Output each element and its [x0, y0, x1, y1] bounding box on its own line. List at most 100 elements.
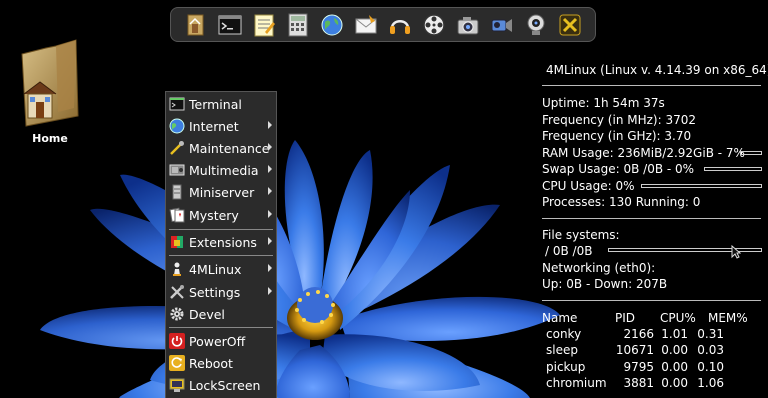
web-browser-icon — [321, 14, 343, 35]
submenu-arrow-icon — [268, 237, 272, 245]
film-reel-icon — [423, 13, 445, 36]
submenu-arrow-icon — [268, 165, 272, 173]
extensions-icon — [169, 234, 185, 250]
dock-close[interactable] — [555, 11, 585, 39]
submenu-arrow-icon — [268, 187, 272, 195]
dock-screenshot[interactable] — [453, 11, 483, 39]
menu-item-mystery[interactable]: Mystery — [166, 205, 276, 225]
conky-networking-values: Up: 0B - Down: 207B — [542, 277, 668, 291]
home-folder-icon — [187, 14, 204, 35]
menu-item-4mlinux[interactable]: 4MLinux — [166, 259, 276, 279]
submenu-arrow-icon — [268, 121, 272, 129]
menu-item-maintenance[interactable]: Maintenance — [166, 138, 276, 158]
menu-item-label: Mystery — [189, 207, 239, 223]
conky-ram-usage: RAM Usage: 236MiB/2.92GiB - 7% — [542, 146, 745, 160]
home-folder-icon — [21, 39, 79, 127]
menu-item-multimedia[interactable]: Multimedia — [166, 160, 276, 180]
chess-icon — [169, 261, 185, 277]
proc-pid: 2166 — [623, 327, 654, 341]
menu-item-label: Terminal — [189, 96, 242, 112]
server-icon — [169, 184, 185, 200]
proc-cpu: 0.00 — [661, 376, 688, 390]
proc-name: sleep — [546, 343, 578, 357]
proc-cpu: 1.01 — [661, 327, 688, 341]
headphones-icon — [390, 19, 410, 34]
dock-email[interactable] — [351, 11, 381, 39]
submenu-arrow-icon — [268, 264, 272, 272]
submenu-arrow-icon — [268, 287, 272, 295]
globe-icon — [169, 118, 185, 134]
reboot-icon — [169, 355, 185, 371]
dock-home-folder[interactable] — [181, 11, 211, 39]
menu-separator — [169, 327, 273, 328]
proc-cpu: 0.00 — [661, 343, 688, 357]
proc-cpu: 0.00 — [661, 360, 688, 374]
menu-item-internet[interactable]: Internet — [166, 116, 276, 136]
cards-icon — [169, 207, 185, 223]
conky-separator — [542, 85, 761, 86]
menu-item-label: Maintenance — [189, 140, 270, 156]
proc-name: pickup — [546, 360, 586, 374]
dock-video-recorder[interactable] — [487, 11, 517, 39]
dock-video-player[interactable] — [419, 11, 449, 39]
menu-item-settings[interactable]: Settings — [166, 282, 276, 302]
menu-item-label: Settings — [189, 284, 241, 300]
dock-webcam[interactable] — [521, 11, 551, 39]
process-row: conky 2166 1.01 0.31 — [542, 326, 764, 342]
dock-web-browser[interactable] — [317, 11, 347, 39]
multimedia-icon — [169, 162, 185, 178]
menu-separator — [169, 229, 273, 230]
process-row: chromium 3881 0.00 1.06 — [542, 375, 764, 391]
submenu-arrow-icon — [268, 210, 272, 218]
desktop-home-shortcut[interactable]: Home — [14, 36, 86, 145]
menu-item-reboot[interactable]: Reboot — [166, 353, 276, 373]
terminal-icon — [169, 96, 185, 112]
wrench-icon — [169, 140, 185, 156]
webcam-icon — [527, 14, 545, 35]
desktop[interactable]: Home Terminal Internet Maintenance Multi… — [0, 0, 768, 398]
close-x-icon — [559, 14, 581, 35]
conky-swap-usage: Swap Usage: 0B /0B - 0% — [542, 162, 695, 176]
proc-pid: 10671 — [615, 343, 654, 357]
proc-header-mem: MEM% — [708, 311, 748, 325]
dock-terminal[interactable] — [215, 11, 245, 39]
gear-icon — [169, 306, 185, 322]
camera-icon — [457, 16, 479, 34]
dock-calculator[interactable] — [283, 11, 313, 39]
conky-cpu-usage: CPU Usage: 0% — [542, 179, 635, 193]
menu-item-label: Devel — [189, 306, 225, 322]
proc-mem: 1.06 — [697, 376, 724, 390]
mouse-pointer-icon — [731, 245, 741, 259]
menu-item-extensions[interactable]: Extensions — [166, 232, 276, 252]
conky-filesystems-title: File systems: — [542, 228, 620, 242]
proc-header-pid: PID — [615, 311, 636, 325]
swap-usage-bar — [704, 167, 762, 171]
submenu-arrow-icon — [268, 143, 272, 151]
conky-filesystem-root: / 0B /0B — [545, 244, 593, 258]
proc-name: conky — [546, 327, 582, 341]
text-editor-icon — [254, 14, 275, 36]
ram-usage-bar — [740, 151, 762, 155]
process-table-header: Name PID CPU% MEM% — [542, 310, 764, 326]
dock-audio-player[interactable] — [385, 11, 415, 39]
menu-item-terminal[interactable]: Terminal — [166, 94, 276, 114]
email-icon — [355, 14, 377, 33]
conky-header: 4MLinux (Linux v. 4.14.39 on x86_64) — [546, 63, 768, 77]
menu-item-label: PowerOff — [189, 333, 246, 349]
proc-pid: 3881 — [623, 376, 654, 390]
proc-name: chromium — [546, 376, 607, 390]
application-dock — [170, 7, 596, 42]
proc-mem: 0.31 — [697, 327, 724, 341]
proc-mem: 0.03 — [697, 343, 724, 357]
menu-item-label: Internet — [189, 118, 239, 134]
power-icon — [169, 333, 185, 349]
menu-item-label: Miniserver — [189, 184, 255, 200]
conky-frequency-mhz: Frequency (in MHz): 3702 — [542, 113, 696, 127]
menu-item-poweroff[interactable]: PowerOff — [166, 331, 276, 351]
proc-mem: 0.10 — [697, 360, 724, 374]
menu-item-miniserver[interactable]: Miniserver — [166, 182, 276, 202]
menu-item-lockscreen[interactable]: LockScreen — [166, 375, 276, 395]
start-menu: Terminal Internet Maintenance Multimedia… — [165, 91, 277, 398]
menu-item-devel[interactable]: Devel — [166, 304, 276, 324]
dock-text-editor[interactable] — [249, 11, 279, 39]
